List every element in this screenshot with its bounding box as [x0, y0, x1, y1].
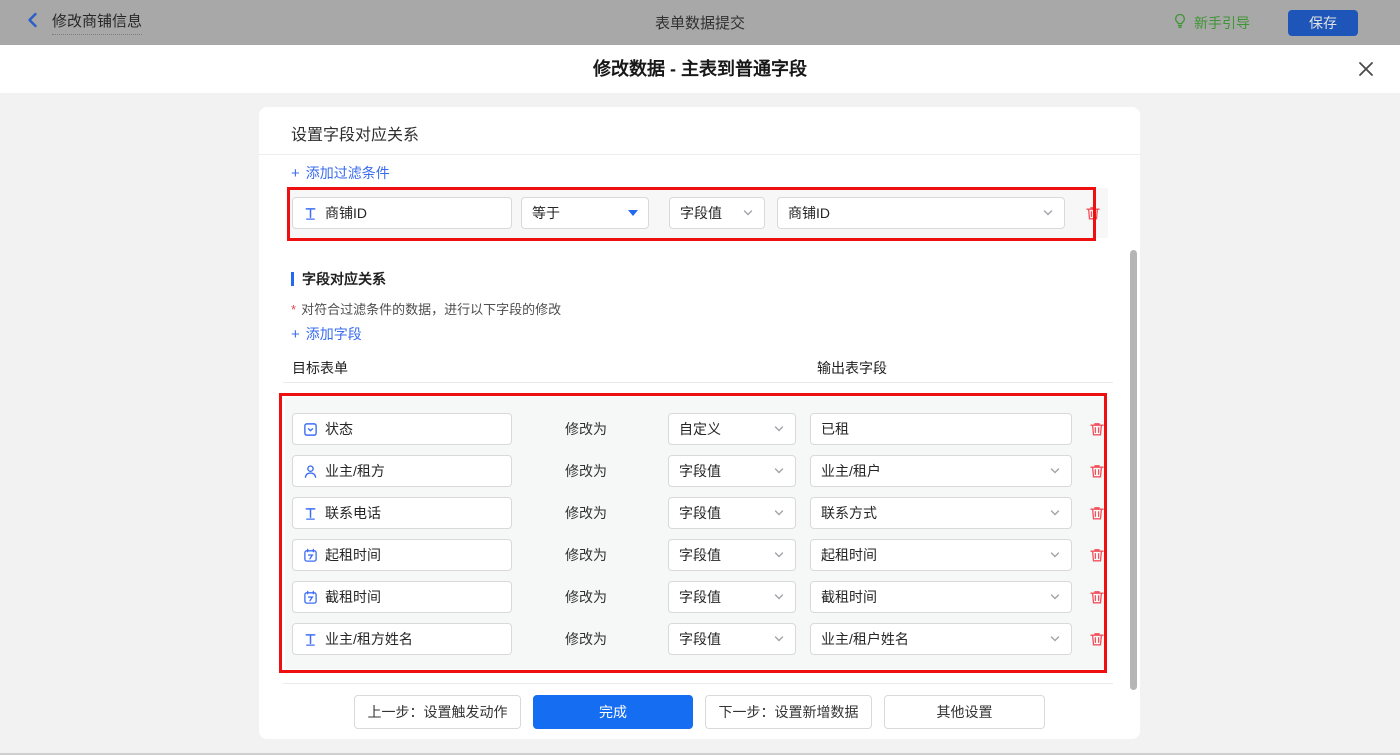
chevron-down-icon	[773, 507, 785, 519]
method-select[interactable]: 字段值	[668, 539, 796, 571]
next-step-button[interactable]: 下一步：设置新增数据	[705, 695, 872, 729]
delete-filter-icon[interactable]	[1085, 205, 1101, 221]
footer-actions: 上一步：设置触发动作 完成 下一步：设置新增数据 其他设置	[259, 695, 1140, 729]
chevron-down-icon	[773, 591, 785, 603]
chevron-down-icon	[1042, 207, 1054, 219]
chevron-down-icon	[773, 465, 785, 477]
chevron-down-icon	[773, 549, 785, 561]
chevron-down-icon	[1049, 633, 1061, 645]
chevron-down-icon	[1049, 591, 1061, 603]
chevron-down-icon	[773, 633, 785, 645]
field-mapping-rows: 状态 修改为 自定义 已租 业主/租方 修改为 字段值 业主/租户 联系电话 修…	[285, 397, 1107, 669]
method-select[interactable]: 字段值	[668, 455, 796, 487]
target-field-input[interactable]: 起租时间	[292, 539, 512, 571]
add-field-link[interactable]: + 添加字段	[291, 324, 362, 344]
target-field-input[interactable]: 状态	[292, 413, 512, 445]
close-icon[interactable]	[1356, 59, 1376, 79]
text-field-icon	[303, 506, 318, 521]
calendar-field-icon	[303, 548, 318, 563]
person-field-icon	[303, 464, 318, 479]
target-field-input[interactable]: 截租时间	[292, 581, 512, 613]
select-field-icon	[303, 422, 318, 437]
target-field-input[interactable]: 业主/租方姓名	[292, 623, 512, 655]
method-select[interactable]: 字段值	[668, 623, 796, 655]
section-description: * 对符合过滤条件的数据，进行以下字段的修改	[291, 302, 562, 317]
output-field-select[interactable]: 业主/租户姓名	[810, 623, 1072, 655]
beginner-guide-link[interactable]: 新手引导	[1172, 13, 1250, 33]
filter-operator-select[interactable]: 等于	[521, 197, 649, 229]
output-field-select[interactable]: 截租时间	[810, 581, 1072, 613]
flow-title[interactable]: 修改商铺信息	[52, 10, 143, 35]
delete-row-icon[interactable]	[1089, 547, 1105, 563]
beginner-guide-label: 新手引导	[1194, 14, 1250, 31]
calendar-field-icon	[303, 590, 318, 605]
mapping-row: 截租时间 修改为 字段值 截租时间	[285, 581, 1107, 613]
column-header-output: 输出表字段	[817, 360, 887, 376]
modify-label: 修改为	[565, 631, 607, 647]
text-field-icon	[303, 632, 318, 647]
modify-label: 修改为	[565, 589, 607, 605]
back-button[interactable]	[24, 11, 42, 34]
mapping-row: 业主/租方 修改为 字段值 业主/租户	[285, 455, 1107, 487]
panel-title: 设置字段对应关系	[291, 127, 420, 144]
chevron-down-icon	[742, 207, 754, 219]
chevron-down-icon	[1049, 507, 1061, 519]
method-select[interactable]: 字段值	[668, 581, 796, 613]
scrollbar-thumb[interactable]	[1130, 250, 1137, 690]
modify-label: 修改为	[565, 463, 607, 479]
filter-value-select[interactable]: 商铺ID	[777, 197, 1065, 229]
mapping-row: 业主/租方姓名 修改为 字段值 业主/租户姓名	[285, 623, 1107, 655]
column-header-target: 目标表单	[292, 360, 348, 376]
dialog-header: 修改数据 - 主表到普通字段	[0, 45, 1400, 93]
panel-header: 设置字段对应关系	[259, 107, 1140, 155]
target-field-input[interactable]: 联系电话	[292, 497, 512, 529]
chevron-down-icon	[1049, 549, 1061, 561]
section-title: 字段对应关系	[291, 269, 386, 289]
divider	[283, 683, 1113, 684]
filter-value-type-select[interactable]: 字段值	[669, 197, 765, 229]
screen: 修改商铺信息 表单数据提交 新手引导 保存 修改数据 - 主表到普通字段 设置字…	[0, 0, 1400, 755]
delete-row-icon[interactable]	[1089, 505, 1105, 521]
delete-row-icon[interactable]	[1089, 589, 1105, 605]
method-select[interactable]: 字段值	[668, 497, 796, 529]
required-mark: *	[291, 302, 297, 317]
add-filter-link[interactable]: + 添加过滤条件	[291, 163, 390, 183]
output-value-input[interactable]: 已租	[810, 413, 1072, 445]
divider	[283, 382, 1113, 383]
mapping-panel: 设置字段对应关系 + 添加过滤条件 商铺ID 等于 字段值 商铺ID 字段对应关…	[259, 107, 1140, 739]
chevron-down-icon	[773, 423, 785, 435]
delete-row-icon[interactable]	[1089, 463, 1105, 479]
output-field-select[interactable]: 起租时间	[810, 539, 1072, 571]
delete-row-icon[interactable]	[1089, 631, 1105, 647]
mapping-row: 联系电话 修改为 字段值 联系方式	[285, 497, 1107, 529]
done-button[interactable]: 完成	[533, 695, 693, 729]
mapping-row: 起租时间 修改为 字段值 起租时间	[285, 539, 1107, 571]
prev-step-button[interactable]: 上一步：设置触发动作	[354, 695, 521, 729]
save-button[interactable]: 保存	[1288, 9, 1358, 36]
output-field-select[interactable]: 联系方式	[810, 497, 1072, 529]
modify-label: 修改为	[565, 547, 607, 563]
topbar: 修改商铺信息 表单数据提交 新手引导 保存	[0, 0, 1400, 45]
filter-condition-row: 商铺ID 等于 字段值 商铺ID	[287, 188, 1108, 238]
chevron-down-icon	[1049, 465, 1061, 477]
output-field-select[interactable]: 业主/租户	[810, 455, 1072, 487]
plus-icon: +	[291, 326, 300, 343]
plus-icon: +	[291, 165, 300, 182]
delete-row-icon[interactable]	[1089, 421, 1105, 437]
mapping-row: 状态 修改为 自定义 已租	[285, 413, 1107, 445]
method-select[interactable]: 自定义	[668, 413, 796, 445]
caret-down-icon	[628, 210, 638, 216]
filter-field-input[interactable]: 商铺ID	[292, 197, 512, 229]
text-field-icon	[303, 206, 318, 221]
chevron-left-icon	[24, 11, 42, 34]
modify-label: 修改为	[565, 421, 607, 437]
section-accent-bar	[291, 272, 294, 286]
target-field-input[interactable]: 业主/租方	[292, 455, 512, 487]
other-settings-button[interactable]: 其他设置	[884, 695, 1045, 729]
lightbulb-icon	[1172, 13, 1188, 32]
dialog-title: 修改数据 - 主表到普通字段	[593, 59, 807, 79]
modify-label: 修改为	[565, 505, 607, 521]
